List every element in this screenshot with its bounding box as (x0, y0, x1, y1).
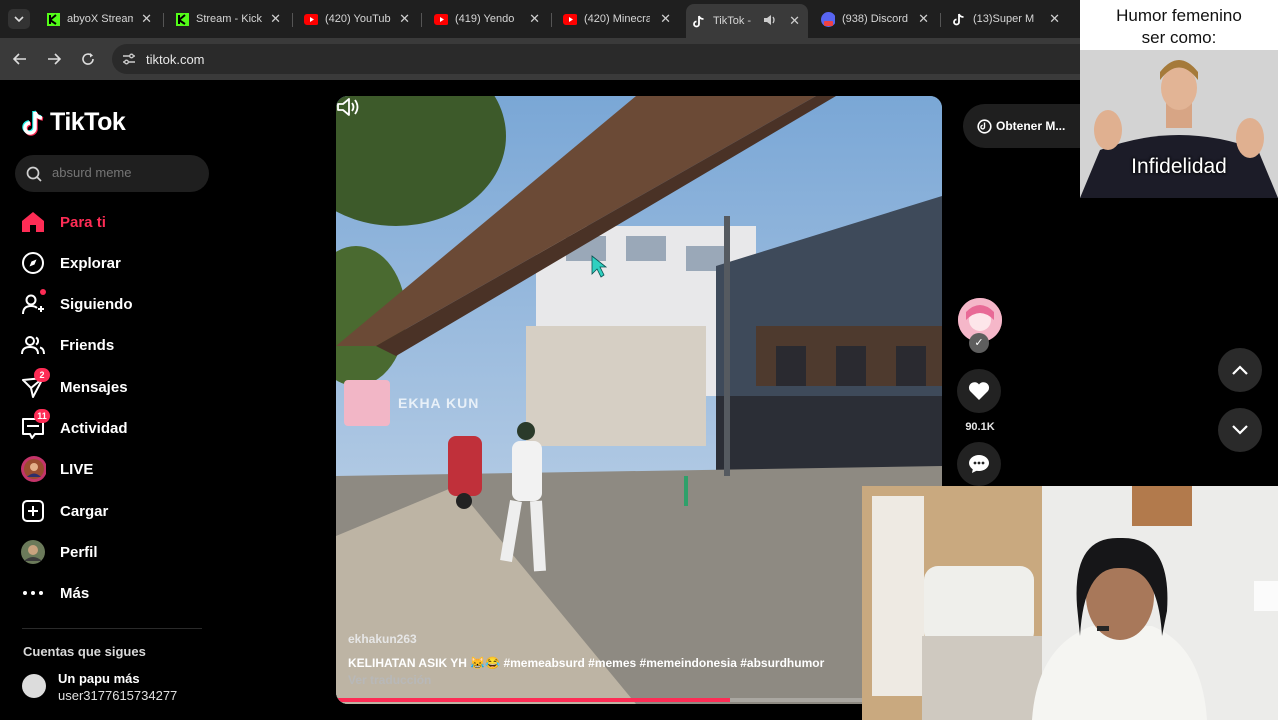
youtube-icon (304, 12, 318, 26)
nav-activity[interactable]: 11 Actividad (20, 409, 210, 445)
search-icon (26, 166, 42, 182)
discord-icon (821, 11, 835, 27)
close-tab-icon[interactable]: ✕ (141, 11, 152, 27)
volume-icon[interactable] (336, 96, 360, 118)
back-button[interactable] (10, 49, 30, 69)
browser-tab[interactable]: (420) YouTube ✕ (298, 6, 418, 32)
nav-profile[interactable]: Perfil (20, 535, 210, 569)
search-input[interactable] (52, 165, 202, 180)
nav-more[interactable]: Más (20, 576, 210, 610)
tiktok-logo[interactable]: TikTok (22, 108, 126, 137)
close-tab-icon[interactable]: ✕ (918, 11, 929, 27)
speaker-icon[interactable] (763, 14, 777, 29)
close-tab-icon[interactable]: ✕ (660, 11, 671, 27)
account-name: Un papu más (58, 671, 140, 686)
address-bar[interactable]: tiktok.com (112, 44, 1112, 74)
comment-button[interactable] (957, 442, 1001, 486)
divider (22, 628, 202, 629)
nav-messages[interactable]: 2 Mensajes (20, 368, 210, 404)
comment-icon (969, 455, 989, 473)
nav-friends[interactable]: Friends (20, 328, 210, 362)
see-translation-link[interactable]: Ver traducción (348, 673, 431, 687)
watermark-avatar (344, 380, 390, 426)
reload-button[interactable] (78, 49, 98, 69)
messages-badge: 2 (34, 368, 50, 382)
url-text: tiktok.com (146, 52, 205, 67)
browser-tab-active[interactable]: TikTok - ✕ (686, 4, 808, 38)
following-accounts-title: Cuentas que sigues (23, 644, 146, 659)
tab-list-button[interactable] (8, 9, 30, 29)
site-info-icon[interactable] (122, 52, 136, 71)
chevron-down-icon (1232, 425, 1248, 435)
upload-icon (20, 498, 46, 524)
sidebar: TikTok Para ti Explorar Siguiendo Friend… (0, 80, 220, 720)
chevron-up-icon (1232, 365, 1248, 375)
previous-video-button[interactable] (1218, 348, 1262, 392)
video-progress-bar[interactable] (336, 698, 942, 702)
arrow-left-icon (13, 53, 26, 65)
chevron-down-icon (14, 16, 24, 22)
tiktok-logo-icon (22, 110, 44, 136)
like-count: 90.1K (965, 421, 995, 433)
activity-icon: 11 (20, 409, 50, 441)
meme-title: Humor femenino ser como: (1116, 6, 1242, 47)
kick-icon (46, 12, 60, 26)
browser-tab[interactable]: (938) Discord ✕ (815, 6, 937, 32)
webcam-overlay (862, 486, 1278, 720)
webcam-feed (862, 486, 1278, 720)
tiktok-icon (952, 12, 966, 26)
nav-upload[interactable]: Cargar (20, 494, 210, 528)
tiktok-icon (692, 14, 706, 28)
live-icon (20, 456, 46, 482)
close-tab-icon[interactable]: ✕ (789, 13, 800, 29)
nav-following[interactable]: Siguiendo (20, 287, 210, 321)
video-caption: KELIHATAN ASIK YH 😹😂 #memeabsurd #memes … (348, 656, 825, 670)
reload-icon (82, 53, 94, 65)
arrow-right-icon (48, 53, 61, 65)
forward-button[interactable] (44, 49, 64, 69)
like-button[interactable] (957, 369, 1001, 413)
profile-icon (20, 539, 46, 565)
close-tab-icon[interactable]: ✕ (270, 11, 281, 27)
avatar (22, 674, 46, 698)
more-icon (20, 580, 46, 606)
close-tab-icon[interactable]: ✕ (399, 11, 410, 27)
friends-icon (20, 332, 46, 358)
close-tab-icon[interactable]: ✕ (1049, 11, 1060, 27)
notification-dot (40, 289, 46, 295)
video-progress-fill (336, 698, 730, 702)
close-tab-icon[interactable]: ✕ (529, 11, 540, 27)
meme-caption: Infidelidad (1131, 155, 1227, 178)
video-author[interactable]: ekhakun263 (348, 632, 417, 646)
youtube-icon (563, 12, 577, 26)
video-player[interactable]: EKHA KUN ekhakun263 KELIHATAN ASIK YH 😹😂… (336, 96, 942, 704)
browser-tab[interactable]: (13)Super M ✕ (946, 6, 1068, 32)
app-icon (977, 119, 992, 134)
nav-for-you[interactable]: Para ti (20, 205, 210, 239)
compass-icon (20, 250, 46, 276)
heart-icon (968, 382, 990, 400)
account-username: user3177615734277 (58, 688, 178, 703)
kick-icon (175, 12, 189, 26)
following-check-icon[interactable]: ✓ (969, 333, 989, 353)
browser-tab[interactable]: abyoX Stream ✕ (40, 6, 160, 32)
youtube-icon (434, 12, 448, 26)
nav-live[interactable]: LIVE (20, 452, 210, 486)
next-video-button[interactable] (1218, 408, 1262, 452)
messages-icon: 2 (20, 368, 50, 400)
browser-tab[interactable]: Stream - Kick ✕ (169, 6, 289, 32)
meme-overlay: Humor femenino ser como: Infidelidad (1080, 0, 1278, 198)
browser-tab[interactable]: (419) Yendo ✕ (428, 6, 548, 32)
search-box[interactable] (15, 155, 209, 192)
nav-explore[interactable]: Explorar (20, 246, 210, 280)
following-icon (20, 289, 46, 317)
activity-badge: 11 (34, 409, 50, 423)
browser-tab[interactable]: (420) Minecraft ✕ (557, 6, 679, 32)
home-icon (20, 209, 46, 235)
video-watermark: EKHA KUN (344, 380, 479, 426)
